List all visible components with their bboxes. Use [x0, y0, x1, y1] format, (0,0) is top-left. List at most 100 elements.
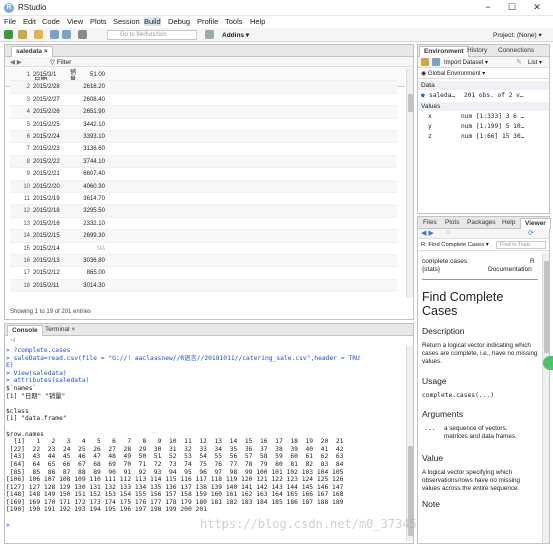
row-date: 2015/2/26 — [33, 109, 60, 116]
env-data-row[interactable]: ● saleda… 201 obs. of 2 v… — [418, 91, 549, 100]
menu-debug[interactable]: Debug — [168, 17, 190, 26]
console-line: [43] 43 44 45 46 47 48 49 50 51 52 53 54… — [6, 453, 344, 461]
console-line: [22] 22 23 24 25 26 27 28 29 30 31 32 33… — [6, 445, 344, 453]
help-doc-label: Documentation — [488, 266, 532, 273]
save-icon[interactable] — [50, 30, 59, 39]
row-index: 9 — [26, 171, 30, 178]
refresh-icon[interactable]: ⟳ — [528, 229, 534, 237]
console-output[interactable]: > ?complete.cases > saleData=read.csv(fil… — [6, 347, 406, 529]
menu-file[interactable]: File — [4, 17, 16, 26]
row-date: 2015/2/15 — [33, 233, 60, 240]
row-index: 10 — [23, 183, 30, 190]
tab-files[interactable]: Files — [419, 218, 441, 229]
home-icon[interactable]: ⌂ — [446, 229, 450, 236]
help-scrollbar[interactable] — [542, 253, 549, 543]
tab-plots[interactable]: Plots — [441, 218, 463, 229]
help-document: complete.cases R {stats} Documentation F… — [422, 258, 538, 509]
table-row: 4 2015/2/26 2651.90 — [10, 106, 397, 119]
console-line: > View(saledata) — [6, 369, 67, 377]
filter-button[interactable]: ▽ Filter — [50, 58, 71, 66]
tab-environment[interactable]: Environment — [419, 46, 469, 57]
menu-code[interactable]: Code — [42, 17, 60, 26]
console-line: > ?complete.cases — [6, 347, 71, 354]
tab-viewer[interactable]: Viewer — [520, 218, 551, 229]
row-index: 3 — [26, 96, 30, 103]
table-row: 7 2015/2/23 3136.60 — [10, 143, 397, 156]
row-sales: 2651.90 — [83, 109, 105, 116]
minimize-button[interactable]: − — [478, 1, 498, 14]
help-tabstrip: Files Plots Packages Help Viewer — [418, 217, 551, 229]
entries-footer: Showing 1 to 19 of 201 entries — [10, 309, 92, 315]
env-value-row[interactable]: y num [1:199] 5 10… — [418, 122, 543, 131]
console-line: [190] 190 191 192 193 194 195 196 197 19… — [6, 506, 207, 514]
list-view-button[interactable]: List ▾ — [528, 59, 542, 66]
expand-data-icon[interactable]: ● — [421, 91, 425, 100]
menu-profile[interactable]: Profile — [197, 17, 218, 26]
new-file-icon[interactable] — [4, 30, 13, 39]
row-index: 5 — [26, 121, 30, 128]
row-date: 2015/2/23 — [33, 146, 60, 153]
workspace-panes-icon[interactable] — [205, 30, 214, 39]
console-line: [1] 1 2 3 4 5 6 7 8 9 10 11 12 13 14 15 … — [6, 438, 344, 446]
row-sales: 3442.10 — [83, 121, 105, 128]
print-icon[interactable] — [78, 30, 87, 39]
console-line: [85] 85 86 87 88 89 90 91 92 93 94 95 96… — [6, 468, 344, 476]
row-index: 12 — [23, 208, 30, 215]
env-value-row[interactable]: z num [1:66] 15 30… — [418, 132, 543, 141]
row-index: 8 — [26, 158, 30, 165]
load-workspace-icon[interactable] — [421, 58, 429, 66]
open-file-icon[interactable] — [34, 30, 43, 39]
global-environment-dropdown[interactable]: ◉ Global Environment ▾ — [421, 70, 485, 77]
side-widget-icon[interactable] — [543, 356, 553, 370]
tab-console[interactable]: Console — [7, 325, 43, 336]
row-date: 2015/2/18 — [33, 208, 60, 215]
project-menu[interactable]: Project: (None) ▾ — [493, 31, 542, 39]
row-sales: 3014.30 — [83, 282, 105, 289]
tab-saledata[interactable]: saledata × — [11, 46, 53, 57]
console-line: $row.names — [6, 430, 44, 438]
back-arrow-icon[interactable]: ◀ ▶ — [421, 229, 434, 237]
row-date: 2015/2/19 — [33, 196, 60, 202]
tab-terminal[interactable]: Terminal × — [41, 325, 79, 336]
row-date: 2015/2/21 — [33, 171, 60, 178]
menu-tools[interactable]: Tools — [225, 17, 243, 26]
row-date: 2015/2/14 — [33, 245, 60, 252]
table-row: 14 2015/2/15 2699.30 — [10, 230, 397, 243]
table-row: 11 2015/2/19 3614.70 — [10, 193, 397, 206]
help-topic-dropdown[interactable]: R: Find Complete Cases ▾ — [421, 242, 489, 248]
menu-plots[interactable]: Plots — [90, 17, 107, 26]
find-in-topic-input[interactable]: Find in Topic — [496, 241, 546, 249]
close-button[interactable]: ✕ — [527, 1, 547, 14]
tab-help[interactable]: Help — [498, 218, 519, 229]
table-row: 6 2015/2/24 3393.10 — [10, 131, 397, 144]
arguments-heading: Arguments — [422, 409, 464, 419]
save-workspace-icon[interactable] — [432, 58, 440, 66]
goto-file-input[interactable]: Go to file/function — [107, 30, 197, 40]
window-title: RStudio — [18, 3, 47, 12]
value-summary: num [1:199] 5 10… — [461, 123, 525, 130]
env-value-row[interactable]: x num [1:333] 3 6 … — [418, 112, 543, 121]
new-project-icon[interactable] — [18, 30, 27, 39]
broom-icon[interactable]: ✎ — [516, 58, 522, 66]
menu-help[interactable]: Help — [250, 17, 265, 26]
back-icon[interactable]: ◀ ▶ — [10, 58, 22, 66]
console-line: [127] 127 128 129 130 131 132 133 134 13… — [6, 483, 344, 491]
table-row: 8 2015/2/22 3744.10 — [10, 155, 397, 169]
maximize-button[interactable]: ☐ — [502, 1, 522, 14]
console-scrollbar[interactable] — [406, 346, 413, 541]
save-all-icon[interactable] — [62, 30, 71, 39]
tab-packages[interactable]: Packages — [463, 218, 500, 229]
menu-view[interactable]: View — [67, 17, 83, 26]
tab-connections[interactable]: Connections — [494, 46, 538, 57]
row-sales: 2618.20 — [83, 84, 105, 91]
addins-menu[interactable]: Addins ▾ — [222, 31, 249, 39]
row-sales: 4060.30 — [83, 183, 105, 190]
menu-edit[interactable]: Edit — [23, 17, 36, 26]
table-scrollbar[interactable] — [406, 68, 413, 298]
menu-session[interactable]: Session — [113, 17, 140, 26]
import-dataset-button[interactable]: Import Dataset ▾ — [444, 59, 488, 66]
tab-history[interactable]: History — [463, 46, 491, 57]
menu-build[interactable]: Build — [144, 17, 161, 26]
arg-desc: a sequence of vectors, matrices and data… — [444, 425, 517, 440]
env-toolbar: Import Dataset ▾ ✎ List ▾ — [418, 57, 549, 68]
